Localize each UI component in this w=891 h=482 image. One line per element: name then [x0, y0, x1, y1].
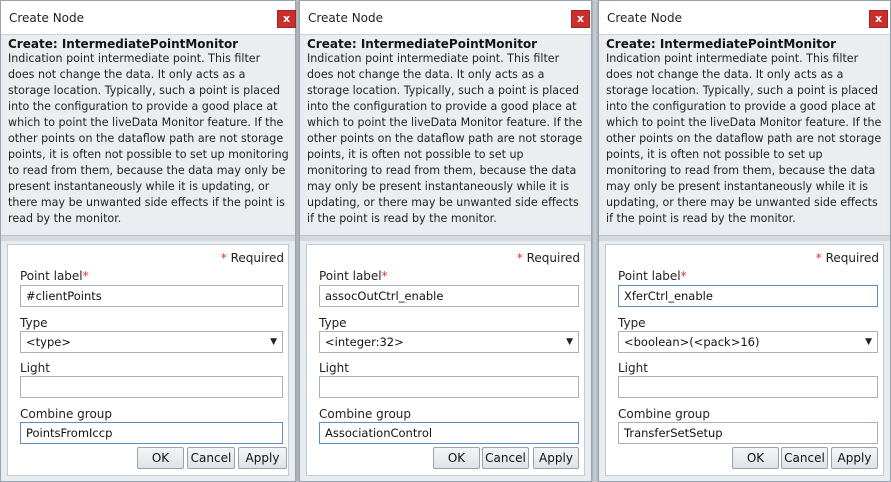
cancel-button[interactable]: Cancel — [781, 447, 828, 469]
combine-group-input[interactable] — [20, 422, 283, 444]
point-label-label: Point label* — [618, 269, 687, 283]
node-description: Indication point intermediate point. Thi… — [307, 52, 583, 225]
splitter[interactable] — [1, 235, 295, 241]
splitter[interactable] — [300, 235, 591, 241]
point-label-label: Point label* — [319, 269, 388, 283]
close-button[interactable]: x — [277, 10, 296, 28]
type-selected-value: <boolean>(<pack>16) — [624, 335, 760, 349]
chevron-down-icon: ▼ — [865, 337, 872, 347]
ok-button[interactable]: OK — [732, 447, 779, 469]
light-label: Light — [319, 361, 349, 375]
point-label-input[interactable] — [20, 285, 283, 307]
create-node-dialog: Create Node x Create: IntermediatePointM… — [0, 0, 296, 482]
required-text: Required — [230, 251, 284, 265]
required-note: * Required — [816, 251, 879, 265]
dialog-title: Create Node — [308, 11, 384, 25]
node-type-heading: Create: IntermediatePointMonitor — [8, 37, 239, 51]
node-description: Indication point intermediate point. Thi… — [606, 52, 882, 225]
required-note: * Required — [221, 251, 284, 265]
combine-group-label: Combine group — [618, 407, 711, 421]
point-label-label: Point label* — [20, 269, 89, 283]
light-input[interactable] — [319, 376, 579, 398]
create-node-dialog: Create Node x Create: IntermediatePointM… — [299, 0, 592, 482]
cancel-button[interactable]: Cancel — [482, 447, 529, 469]
light-input[interactable] — [618, 376, 878, 398]
dialog-title: Create Node — [607, 11, 683, 25]
type-selected-value: <integer:32> — [325, 335, 404, 349]
light-label: Light — [618, 361, 648, 375]
required-star: * — [220, 251, 227, 265]
type-label: Type — [319, 316, 347, 330]
light-label: Light — [20, 361, 50, 375]
node-form: * Required Point label* Type <integer:32… — [306, 244, 585, 476]
point-label-text: Point label — [319, 269, 382, 283]
type-label: Type — [618, 316, 646, 330]
type-select[interactable]: <type> ▼ — [20, 331, 283, 353]
close-button[interactable]: x — [869, 10, 888, 28]
point-label-input[interactable] — [618, 285, 878, 307]
type-select[interactable]: <boolean>(<pack>16) ▼ — [618, 331, 878, 353]
point-label-text: Point label — [20, 269, 83, 283]
title-bar[interactable]: Create Node x — [599, 1, 890, 35]
apply-button[interactable]: Apply — [533, 447, 579, 469]
point-label-input[interactable] — [319, 285, 579, 307]
combine-group-input[interactable] — [319, 422, 579, 444]
required-star: * — [516, 251, 523, 265]
title-bar[interactable]: Create Node x — [1, 1, 296, 35]
required-text: Required — [825, 251, 879, 265]
combine-group-label: Combine group — [319, 407, 412, 421]
splitter[interactable] — [599, 235, 890, 241]
required-star: * — [381, 269, 388, 283]
required-star: * — [82, 269, 89, 283]
cancel-button[interactable]: Cancel — [187, 447, 235, 469]
ok-button[interactable]: OK — [137, 447, 184, 469]
description-panel: Create: IntermediatePointMonitor Indicat… — [603, 36, 887, 232]
node-type-heading: Create: IntermediatePointMonitor — [307, 37, 538, 51]
required-star: * — [680, 269, 687, 283]
dialog-title: Create Node — [9, 11, 85, 25]
required-star: * — [815, 251, 822, 265]
close-button[interactable]: x — [571, 10, 590, 28]
apply-button[interactable]: Apply — [238, 447, 287, 469]
combine-group-input[interactable] — [618, 422, 878, 444]
chevron-down-icon: ▼ — [270, 337, 277, 347]
description-panel: Create: IntermediatePointMonitor Indicat… — [5, 36, 292, 232]
light-input[interactable] — [20, 376, 283, 398]
point-label-text: Point label — [618, 269, 681, 283]
required-text: Required — [526, 251, 580, 265]
chevron-down-icon: ▼ — [566, 337, 573, 347]
node-form: * Required Point label* Type <type> ▼ Li… — [7, 244, 289, 476]
type-selected-value: <type> — [26, 335, 71, 349]
description-panel: Create: IntermediatePointMonitor Indicat… — [304, 36, 588, 232]
title-bar[interactable]: Create Node x — [300, 1, 591, 35]
type-select[interactable]: <integer:32> ▼ — [319, 331, 579, 353]
create-node-dialog: Create Node x Create: IntermediatePointM… — [598, 0, 891, 482]
node-description: Indication point intermediate point. Thi… — [8, 52, 289, 225]
required-note: * Required — [517, 251, 580, 265]
apply-button[interactable]: Apply — [831, 447, 878, 469]
type-label: Type — [20, 316, 48, 330]
ok-button[interactable]: OK — [433, 447, 480, 469]
node-form: * Required Point label* Type <boolean>(<… — [605, 244, 884, 476]
combine-group-label: Combine group — [20, 407, 113, 421]
node-type-heading: Create: IntermediatePointMonitor — [606, 37, 837, 51]
